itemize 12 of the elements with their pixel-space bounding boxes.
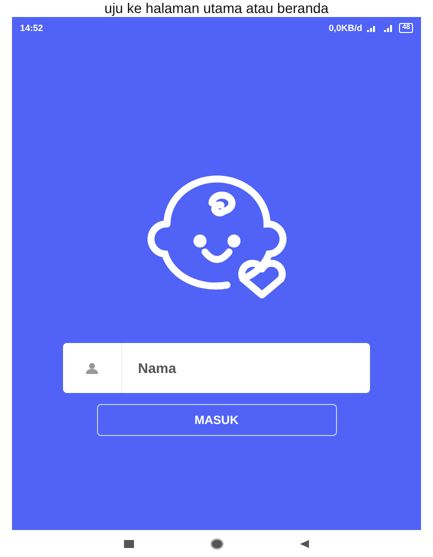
caption-text: uju ke halaman utama atau beranda — [103, 0, 330, 17]
name-input[interactable]: Nama — [136, 359, 370, 377]
signal-icon — [367, 24, 378, 32]
signal-icon — [382, 24, 394, 32]
login-button[interactable]: MASUK — [96, 404, 336, 436]
back-icon[interactable] — [300, 540, 309, 548]
status-time: 14:52 — [20, 23, 44, 33]
recent-apps-icon[interactable] — [124, 540, 134, 548]
home-icon[interactable] — [210, 538, 224, 550]
user-icon — [86, 362, 98, 374]
name-input-field[interactable]: Nama — [63, 343, 370, 393]
network-speed: 0,0KB/d — [328, 23, 362, 33]
